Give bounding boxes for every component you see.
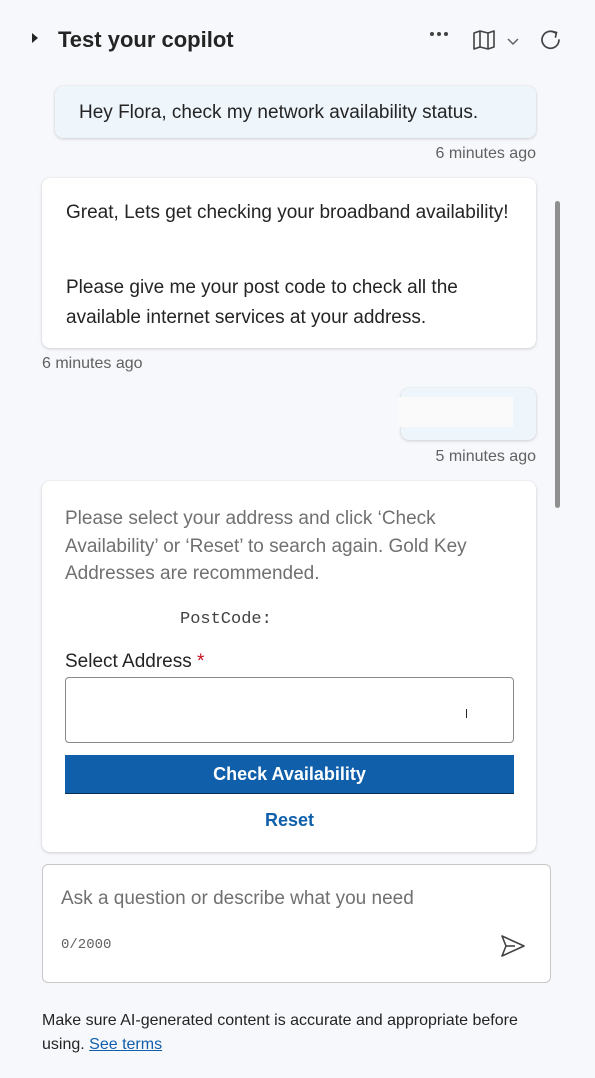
send-icon[interactable]	[499, 933, 527, 964]
address-select[interactable]	[65, 677, 514, 743]
disclaimer: Make sure AI-generated content is accura…	[42, 1009, 562, 1057]
required-indicator: *	[197, 651, 205, 672]
character-counter: 0/2000	[61, 937, 112, 953]
check-availability-button[interactable]: Check Availability	[65, 755, 514, 794]
chevron-down-icon[interactable]	[506, 34, 520, 52]
chat-input-placeholder[interactable]: Ask a question or describe what you need	[61, 888, 414, 910]
address-card: Please select your address and click ‘Ch…	[42, 481, 536, 852]
message-text: Hey Flora, check my network availability…	[79, 102, 479, 123]
message-timestamp: 6 minutes ago	[42, 355, 143, 372]
collapse-caret-icon[interactable]	[32, 33, 38, 43]
chat-input-box[interactable]	[42, 864, 551, 983]
select-address-label: Select Address *	[65, 647, 204, 677]
reset-button[interactable]: Reset	[65, 805, 514, 835]
message-paragraph: Please give me your post code to check a…	[66, 277, 458, 328]
postcode-label: PostCode:	[180, 610, 272, 629]
user-message: Hey Flora, check my network availability…	[55, 86, 536, 138]
text-cursor	[466, 709, 467, 718]
message-timestamp: 6 minutes ago	[435, 145, 536, 162]
refresh-icon[interactable]	[538, 27, 564, 58]
message-paragraph: Great, Lets get checking your broadband …	[66, 202, 509, 223]
map-icon[interactable]	[472, 29, 496, 56]
field-label-text: Select Address	[65, 651, 192, 672]
more-options-icon[interactable]	[428, 24, 450, 50]
redacted-text	[398, 397, 513, 427]
see-terms-link[interactable]: See terms	[89, 1036, 162, 1053]
chat-scrollbar[interactable]	[555, 201, 560, 508]
card-instructions: Please select your address and click ‘Ch…	[65, 508, 467, 584]
user-message	[398, 388, 536, 440]
bot-message: Great, Lets get checking your broadband …	[42, 178, 536, 348]
page-title: Test your copilot	[58, 27, 234, 52]
message-timestamp: 5 minutes ago	[435, 448, 536, 465]
